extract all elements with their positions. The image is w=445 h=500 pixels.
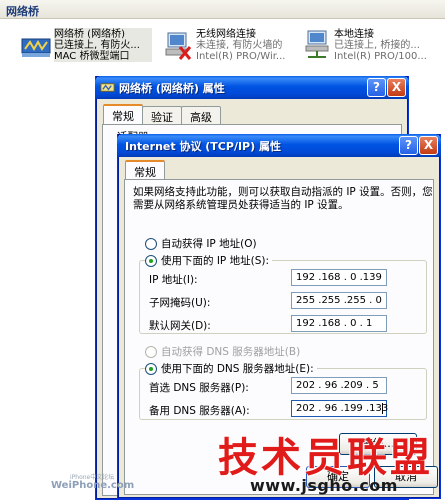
manual-ip-radio[interactable]: 使用下面的 IP 地址(S): bbox=[145, 253, 272, 268]
radio-dot bbox=[145, 362, 157, 375]
network-bridge-icon bbox=[100, 83, 115, 92]
connection-device: Intel(R) PRO/Wir... bbox=[196, 51, 286, 62]
subnet-mask-label: 子网掩码(U): bbox=[149, 297, 211, 309]
bridge-help-button[interactable]: ? bbox=[367, 78, 386, 97]
tab-general[interactable]: 常规 bbox=[125, 160, 165, 180]
bridge-dialog-titlebar[interactable]: 网络桥 (网络桥) 属性 ? X bbox=[95, 76, 409, 99]
tab-auth[interactable]: 验证 bbox=[142, 106, 182, 124]
preferred-dns-label: 首选 DNS 服务器(P): bbox=[149, 382, 249, 394]
tab-advanced[interactable]: 高级 bbox=[181, 106, 221, 124]
network-bridge-icon bbox=[21, 38, 51, 57]
connection-device: Intel(R) PRO/100... bbox=[334, 51, 427, 62]
ip-address-input[interactable]: 192 .168 . 0 .139 bbox=[291, 269, 387, 286]
connection-status: 未连接, 有防火墙的 bbox=[196, 40, 283, 51]
auto-dns-radio[interactable]: 自动获得 DNS 服务器地址(B) bbox=[145, 344, 300, 359]
tcpip-tabs: 常规 bbox=[125, 160, 165, 180]
auto-ip-radio[interactable]: 自动获得 IP 地址(O) bbox=[145, 236, 257, 251]
watermark-jsgho-url: www.jsgho.com bbox=[250, 476, 398, 495]
bridge-tabs: 常规 验证 高级 bbox=[103, 104, 221, 124]
manual-dns-radio[interactable]: 使用下面的 DNS 服务器地址(E): bbox=[145, 361, 317, 376]
radio-dot bbox=[145, 237, 157, 250]
bridge-dialog-title: 网络桥 (网络桥) 属性 bbox=[119, 82, 225, 95]
radio-dot bbox=[145, 345, 157, 358]
radio-dot bbox=[145, 254, 157, 267]
auto-ip-label: 自动获得 IP 地址(O) bbox=[161, 238, 257, 250]
folder-header: 网络桥 bbox=[0, 0, 445, 19]
folder-title: 网络桥 bbox=[6, 5, 39, 18]
connection-name: 本地连接 bbox=[334, 29, 374, 40]
tab-general[interactable]: 常规 bbox=[103, 104, 143, 124]
tcpip-description: 如果网络支持此功能，则可以获取自动指派的 IP 设置。否则，您需要从网络系统管理… bbox=[133, 186, 433, 211]
tcpip-dialog-titlebar[interactable]: Internet 协议 (TCP/IP) 属性 ? X bbox=[117, 134, 441, 157]
manual-dns-label: 使用下面的 DNS 服务器地址(E): bbox=[161, 363, 314, 375]
tcpip-help-button[interactable]: ? bbox=[399, 136, 418, 155]
ip-address-label: IP 地址(I): bbox=[149, 274, 198, 286]
tcpip-close-button[interactable]: X bbox=[419, 136, 438, 155]
alternate-dns-input[interactable]: 202 . 96 .199 .133 bbox=[291, 400, 388, 417]
watermark-weiphone: WeiPhone.com bbox=[51, 480, 135, 491]
watermark-jsgho-cn: 技术员联盟 bbox=[218, 435, 433, 481]
subnet-mask-input[interactable]: 255 .255 .255 . 0 bbox=[291, 292, 387, 309]
manual-ip-label: 使用下面的 IP 地址(S): bbox=[161, 255, 269, 267]
connection-device: MAC 桥微型端口 bbox=[54, 51, 130, 62]
auto-dns-label: 自动获得 DNS 服务器地址(B) bbox=[161, 346, 301, 358]
preferred-dns-input[interactable]: 202 . 96 .209 . 5 bbox=[291, 377, 387, 394]
alternate-dns-label: 备用 DNS 服务器(A): bbox=[149, 405, 250, 417]
connection-name: 网络桥 (网络桥) bbox=[54, 29, 125, 40]
gateway-label: 默认网关(D): bbox=[149, 320, 211, 332]
tcpip-dialog-title: Internet 协议 (TCP/IP) 属性 bbox=[125, 140, 281, 153]
connection-name: 无线网络连接 bbox=[196, 29, 256, 40]
lan-connection-icon bbox=[305, 30, 329, 58]
gateway-input[interactable]: 192 .168 . 0 . 1 bbox=[291, 315, 387, 332]
connection-status: 已连接上, 桥接的... bbox=[334, 40, 420, 51]
wireless-disconnected-icon bbox=[165, 32, 192, 60]
connection-status: 已连接上, 有防火... bbox=[54, 40, 140, 51]
bridge-close-button[interactable]: X bbox=[387, 78, 406, 97]
